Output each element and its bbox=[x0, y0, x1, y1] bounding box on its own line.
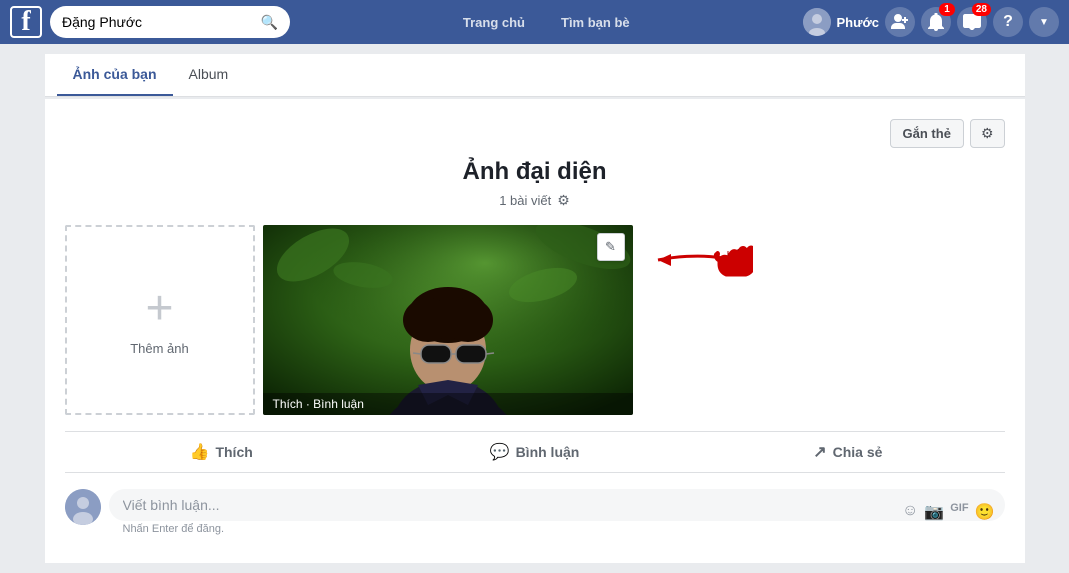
photo-grid: + Thêm ảnh bbox=[65, 225, 1005, 415]
photo-overlay-bar: Thích · Bình luận bbox=[263, 393, 633, 415]
comment-input-wrapper: ☺ 📷 GIF 🙂 Nhấn Enter để đăng. bbox=[109, 489, 1005, 535]
sub-tabs: Ảnh của bạn Album bbox=[45, 54, 1025, 97]
navbar-right: Phước 1 28 ? ▼ bbox=[803, 7, 1060, 37]
user-avatar[interactable] bbox=[803, 8, 831, 36]
share-label: Chia sẻ bbox=[833, 444, 883, 460]
edit-icon: ✎ bbox=[605, 239, 616, 255]
navbar: f 🔍 Trang chủ Tìm bạn bè Phước 1 28 bbox=[0, 0, 1069, 44]
share-icon: ↗ bbox=[813, 442, 826, 462]
like-button[interactable]: 👍 Thích bbox=[65, 432, 378, 472]
help-btn[interactable]: ? bbox=[993, 7, 1023, 37]
gif-icon[interactable]: GIF bbox=[950, 502, 968, 522]
emoji-icon[interactable]: ☺ bbox=[902, 502, 918, 522]
friend-requests-btn[interactable] bbox=[885, 7, 915, 37]
comment-label: Bình luận bbox=[516, 444, 580, 460]
add-photo-box[interactable]: + Thêm ảnh bbox=[65, 225, 255, 415]
tab-album[interactable]: Album bbox=[173, 54, 245, 96]
notifications-badge: 1 bbox=[939, 3, 955, 16]
plus-icon: + bbox=[145, 285, 173, 333]
notifications-btn[interactable]: 1 bbox=[921, 7, 951, 37]
like-label: Thích bbox=[215, 444, 252, 460]
annotation-arrow bbox=[643, 227, 753, 290]
dropdown-btn[interactable]: ▼ bbox=[1029, 7, 1059, 37]
search-icon[interactable]: 🔍 bbox=[261, 14, 278, 31]
gear-button[interactable]: ⚙ bbox=[970, 119, 1005, 148]
album-meta: 1 bài viết ⚙ bbox=[65, 192, 1005, 209]
profile-photo-svg bbox=[263, 225, 633, 415]
like-icon: 👍 bbox=[190, 442, 210, 462]
main-photo-container: Thích · Bình luận ✎ bbox=[263, 225, 633, 415]
facebook-logo[interactable]: f bbox=[10, 6, 42, 38]
search-input[interactable] bbox=[62, 14, 261, 30]
nav-find-friends[interactable]: Tìm bạn bè bbox=[553, 11, 638, 34]
main-content: Gắn thẻ ⚙ Ảnh đại diện 1 bài viết ⚙ + Th… bbox=[45, 99, 1025, 563]
main-photo: Thích · Bình luận bbox=[263, 225, 633, 415]
nav-user-name[interactable]: Phước bbox=[837, 15, 880, 30]
tab-my-photos[interactable]: Ảnh của bạn bbox=[57, 54, 173, 96]
share-button[interactable]: ↗ Chia sẻ bbox=[691, 432, 1004, 472]
commenter-avatar bbox=[65, 489, 101, 525]
comment-icons: ☺ 📷 GIF 🙂 bbox=[902, 502, 995, 522]
reaction-bar: 👍 Thích 💬 Bình luận ↗ Chia sẻ bbox=[65, 431, 1005, 473]
post-count: 1 bài viết bbox=[499, 193, 551, 208]
add-photo-label: Thêm ảnh bbox=[130, 341, 189, 356]
comment-icon: 💬 bbox=[490, 442, 510, 462]
comment-area: ☺ 📷 GIF 🙂 Nhấn Enter để đăng. bbox=[65, 481, 1005, 543]
nav-links: Trang chủ Tìm bạn bè bbox=[290, 11, 803, 34]
search-bar[interactable]: 🔍 bbox=[50, 6, 290, 38]
messages-btn[interactable]: 28 bbox=[957, 7, 987, 37]
nav-home[interactable]: Trang chủ bbox=[455, 11, 533, 34]
tag-button[interactable]: Gắn thẻ bbox=[890, 119, 964, 148]
album-title: Ảnh đại diện bbox=[65, 158, 1005, 186]
album-header: Ảnh đại diện 1 bài viết ⚙ bbox=[65, 158, 1005, 209]
sticker-icon[interactable]: 🙂 bbox=[975, 502, 995, 522]
camera-icon[interactable]: 📷 bbox=[924, 502, 944, 522]
page-wrapper: Ảnh của bạn Album Gắn thẻ ⚙ Ảnh đại diện… bbox=[45, 44, 1025, 573]
album-settings-icon[interactable]: ⚙ bbox=[557, 192, 570, 209]
album-actions: Gắn thẻ ⚙ bbox=[65, 119, 1005, 148]
comment-input[interactable] bbox=[109, 489, 1005, 521]
comment-button[interactable]: 💬 Bình luận bbox=[378, 432, 691, 472]
messages-badge: 28 bbox=[972, 3, 991, 16]
edit-photo-button[interactable]: ✎ bbox=[597, 233, 625, 261]
enter-hint: Nhấn Enter để đăng. bbox=[109, 523, 1005, 535]
